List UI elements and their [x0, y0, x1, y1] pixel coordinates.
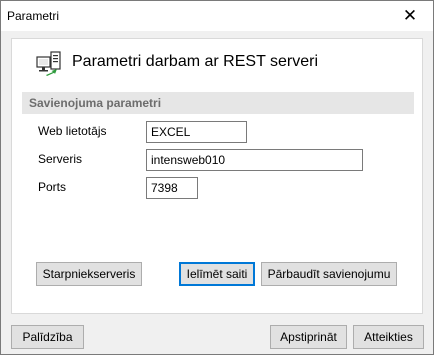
close-icon: ✕: [402, 6, 418, 25]
section-header: Savienojuma parametri: [22, 92, 414, 114]
server-input[interactable]: [146, 149, 363, 171]
server-label: Serveris: [38, 152, 83, 166]
close-button[interactable]: ✕: [387, 1, 433, 31]
page-title: Parametri darbam ar REST serveri: [72, 53, 318, 70]
network-computer-icon: [36, 51, 61, 76]
check-connection-button[interactable]: Pārbaudīt savienojumu: [261, 262, 397, 286]
confirm-button[interactable]: Apstiprināt: [270, 325, 347, 349]
section-title: Savienojuma parametri: [29, 96, 162, 110]
port-label: Ports: [38, 180, 67, 194]
proxy-button[interactable]: Starpniekserveris: [36, 262, 142, 286]
title-bar: Parametri ✕: [1, 1, 433, 31]
dialog-window: Parametri ✕ Parametri darbam ar REST ser…: [0, 0, 434, 355]
cancel-button[interactable]: Atteikties: [353, 325, 424, 349]
window-title: Parametri: [7, 9, 60, 23]
web-user-label: Web lietotājs: [38, 124, 107, 138]
content-panel: Parametri darbam ar REST serveri Savieno…: [11, 38, 423, 314]
web-user-input[interactable]: [146, 121, 247, 143]
load-link-button[interactable]: Ielīmēt saiti: [179, 262, 255, 286]
help-button[interactable]: Palīdzība: [11, 325, 84, 349]
port-input[interactable]: [146, 177, 198, 199]
